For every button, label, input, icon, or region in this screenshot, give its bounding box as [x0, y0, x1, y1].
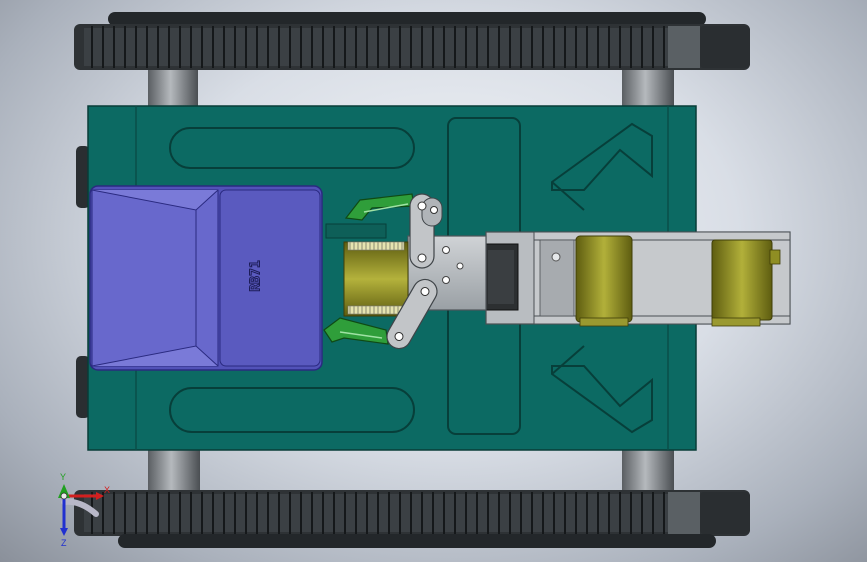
cad-viewport[interactable]: RB71 X Y Z — [0, 0, 867, 562]
arm-boom — [483, 231, 791, 327]
bucket: RB71 — [89, 185, 323, 371]
boom-pin — [551, 252, 561, 262]
triad-y-label: Y — [60, 472, 66, 482]
robot-model-drawing: RB71 X Y Z — [58, 12, 791, 548]
triad-x-label: X — [104, 485, 110, 495]
track-top — [74, 12, 750, 70]
axle-rear-right — [622, 446, 674, 494]
roller-drum — [343, 241, 409, 317]
axle-front-left — [148, 66, 198, 110]
cylinder-front — [575, 235, 633, 323]
bucket-side — [219, 189, 321, 367]
triad-z-label: Z — [61, 538, 67, 548]
track-bottom — [74, 490, 750, 548]
bucket-inner — [91, 189, 219, 367]
body-label: RB71 — [249, 260, 264, 291]
cylinder-rear — [711, 239, 773, 321]
axle-rear-left — [148, 446, 200, 494]
axle-front-right — [622, 66, 674, 110]
